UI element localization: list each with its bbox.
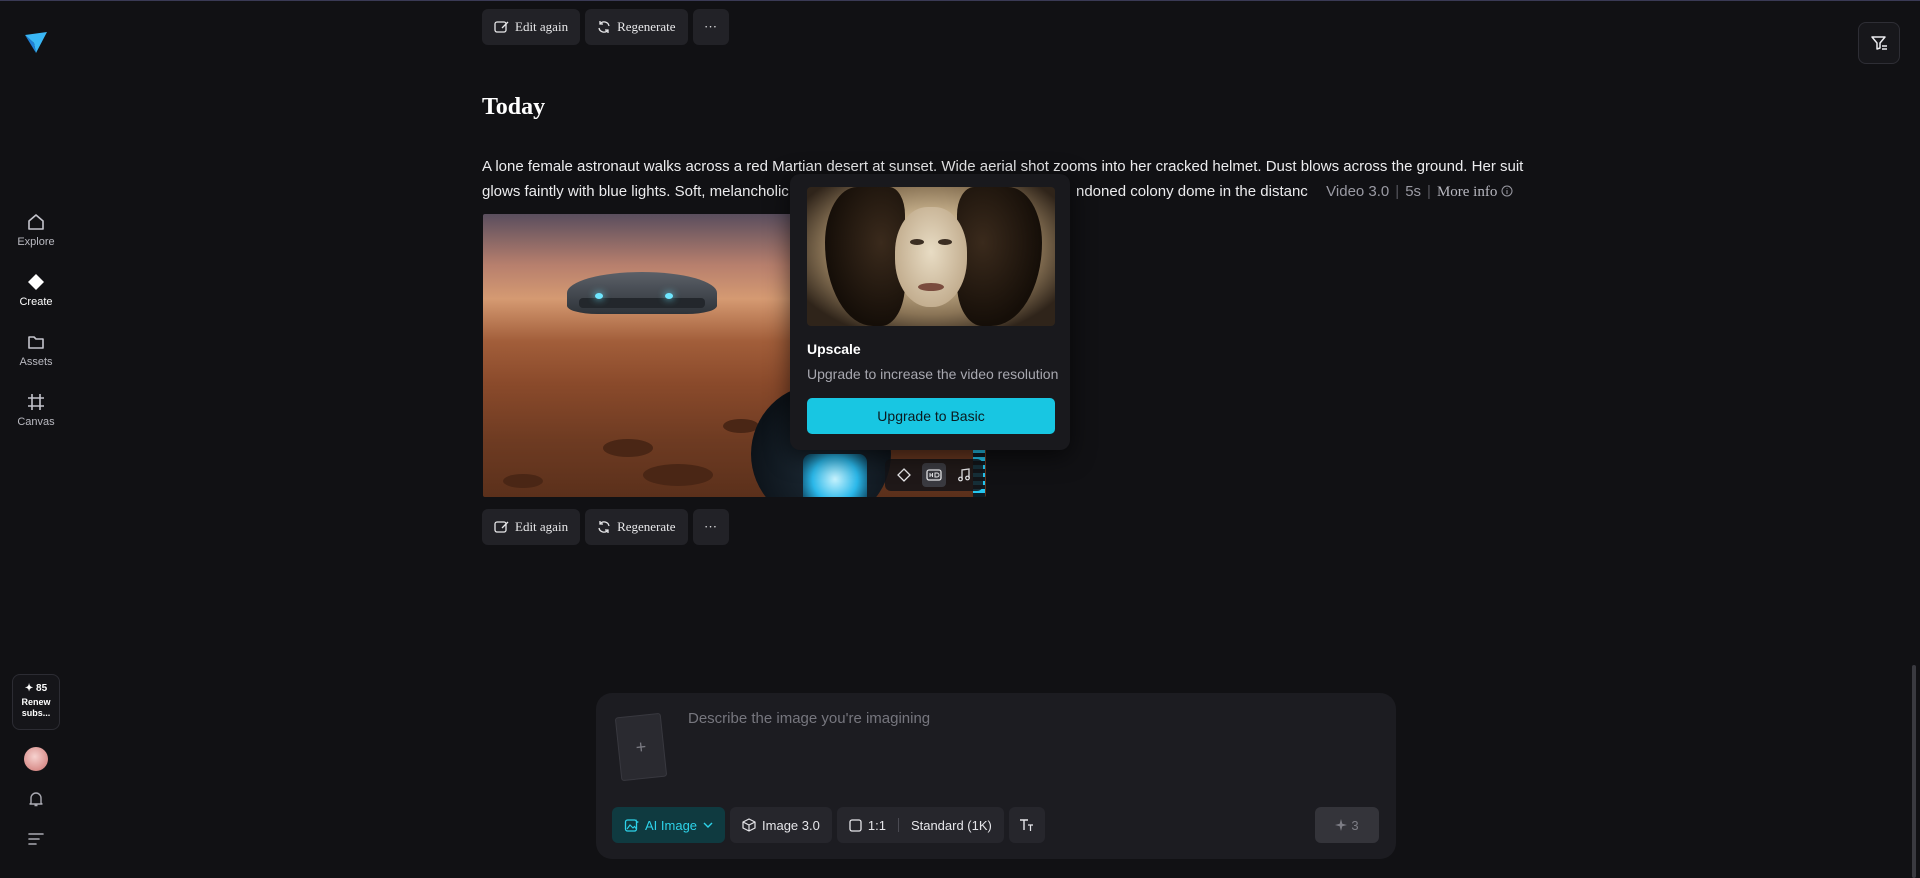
more-options-button[interactable]: ···	[692, 9, 729, 45]
generate-cost: 3	[1351, 817, 1359, 833]
more-info-label: More info	[1436, 184, 1498, 200]
hd-icon	[926, 469, 942, 481]
more-icon: ···	[704, 19, 718, 34]
sidebar-item-explore[interactable]: Explore	[0, 212, 72, 248]
sidebar-item-create[interactable]: Create	[0, 272, 72, 308]
model-tag: Video 3.0	[1326, 183, 1390, 200]
composer-toolbar: AI Image Image 3.0 1:1 Standard (1K)	[612, 807, 1045, 843]
regenerate-button[interactable]: Regenerate	[585, 509, 688, 545]
chevron-down-icon	[703, 822, 713, 828]
lipsync-tool-button[interactable]	[892, 463, 916, 487]
menu-icon[interactable]	[27, 831, 45, 852]
edit-again-button[interactable]: Edit again	[482, 509, 581, 545]
plus-icon: +	[634, 736, 648, 757]
sidebar-item-label: Canvas	[17, 416, 55, 428]
sidebar: Explore Create Assets Canvas ✦ 85 Renew …	[0, 0, 72, 878]
diamond-outline-icon	[897, 468, 911, 482]
edit-icon	[494, 521, 509, 533]
sidebar-item-label: Explore	[17, 236, 55, 248]
regenerate-button[interactable]: Regenerate	[585, 9, 688, 45]
scrollbar[interactable]	[1912, 665, 1916, 878]
generate-button[interactable]: 3	[1315, 807, 1379, 843]
music-note-icon	[958, 468, 970, 482]
prompt-input[interactable]: Describe the image you're imagining	[688, 710, 930, 727]
section-title: Today	[482, 94, 546, 120]
duration-tag: 5s	[1405, 183, 1422, 200]
avatar[interactable]	[24, 747, 48, 771]
edit-again-label: Edit again	[515, 19, 569, 34]
bell-icon[interactable]	[27, 790, 45, 813]
credits-amount: ✦ 85	[24, 683, 48, 694]
upscale-popover: Upscale Upgrade to increase the video re…	[790, 174, 1070, 450]
sidebar-item-label: Assets	[19, 356, 53, 368]
more-icon: ···	[704, 519, 718, 534]
mode-label: AI Image	[645, 817, 698, 833]
add-reference-image-button[interactable]: +	[614, 712, 668, 782]
upscale-preview-image	[807, 187, 1055, 326]
upscale-tool-button[interactable]	[922, 463, 946, 487]
prompt-composer: + Describe the image you're imagining AI…	[596, 693, 1396, 859]
popover-title: Upscale	[807, 341, 861, 357]
regenerate-label: Regenerate	[617, 19, 676, 34]
app-logo-icon[interactable]	[22, 28, 50, 56]
renew-label: Renew	[21, 697, 51, 707]
more-options-button[interactable]: ···	[692, 509, 729, 545]
edit-icon	[494, 21, 509, 33]
sparkle-icon	[1335, 819, 1348, 831]
home-icon	[28, 214, 44, 230]
ratio-quality-select[interactable]: 1:1 Standard (1K)	[836, 807, 1004, 843]
colony-dome	[567, 272, 717, 314]
text-style-button[interactable]	[1008, 807, 1045, 843]
regenerate-icon	[598, 521, 610, 533]
action-bar-bottom: Edit again Regenerate ···	[482, 509, 729, 545]
canvas-icon	[28, 394, 44, 410]
filter-button[interactable]	[1858, 22, 1900, 64]
sidebar-item-canvas[interactable]: Canvas	[0, 392, 72, 428]
sidebar-item-assets[interactable]: Assets	[0, 332, 72, 368]
diamond-icon	[28, 274, 44, 290]
renew-label-2: subs...	[21, 708, 51, 718]
prompt-line-2-start: glows faintly with blue lights. Soft, me…	[482, 183, 798, 200]
audio-tool-button[interactable]	[952, 463, 976, 487]
image-mode-icon	[624, 818, 639, 832]
text-format-icon	[1019, 819, 1033, 831]
filter-icon	[1871, 36, 1887, 50]
square-ratio-icon	[849, 818, 862, 832]
credits-badge[interactable]: ✦ 85 Renew subs...	[12, 674, 60, 730]
video-tools	[885, 459, 983, 491]
regenerate-icon	[598, 21, 610, 33]
upgrade-button[interactable]: Upgrade to Basic	[807, 398, 1055, 434]
edit-again-label: Edit again	[515, 519, 569, 534]
prompt-line-2-end: ndoned colony dome in the distanc	[1075, 183, 1308, 200]
edit-again-button[interactable]: Edit again	[482, 9, 581, 45]
more-info-link[interactable]: More info	[1437, 184, 1513, 200]
folder-icon	[28, 336, 44, 349]
mode-select[interactable]: AI Image	[612, 807, 726, 843]
action-bar-top: Edit again Regenerate ···	[482, 9, 729, 45]
model-label: Image 3.0	[762, 817, 820, 833]
popover-description: Upgrade to increase the video resolution	[807, 366, 1059, 382]
sidebar-item-label: Create	[19, 296, 53, 308]
quality-label: Standard (1K)	[910, 817, 992, 833]
cube-icon	[742, 818, 756, 832]
top-border	[0, 0, 1920, 1]
model-select[interactable]: Image 3.0	[730, 807, 832, 843]
regenerate-label: Regenerate	[617, 519, 676, 534]
ratio-label: 1:1	[867, 817, 886, 833]
info-icon	[1501, 185, 1513, 197]
